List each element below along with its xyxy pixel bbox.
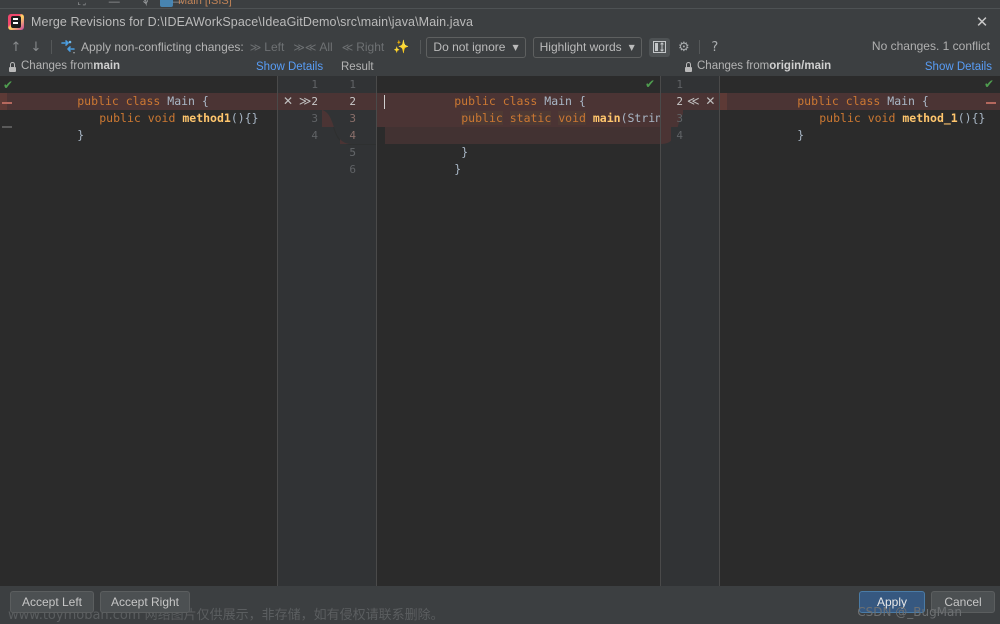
- close-icon[interactable]: ✕: [972, 13, 992, 31]
- right-conflict-resolve-controls[interactable]: ≪ ✕: [687, 93, 716, 110]
- chevron-right-icon: ≫: [249, 40, 262, 54]
- ignore-policy-select[interactable]: Do not ignore ▼: [426, 36, 526, 58]
- highlight-policy-select[interactable]: Highlight words ▼: [532, 36, 642, 58]
- next-difference-icon[interactable]: ↓: [26, 37, 46, 57]
- author-watermark: CSDN @_BugMan: [857, 605, 962, 619]
- right-code-line-3: }: [797, 128, 805, 142]
- chevron-both-icon: ≫≪: [293, 40, 317, 54]
- right-code-line-1: public class Main {: [797, 94, 929, 108]
- right-panel-caption: Changes from origin/main: [684, 60, 831, 72]
- previous-difference-icon[interactable]: ↑: [6, 37, 26, 57]
- merge-toolbar: ↑ ↓ Apply non-conflicting changes: ≫ Lef…: [0, 35, 1000, 59]
- result-ok-check-icon: ✔: [644, 77, 655, 91]
- result-right-gutter[interactable]: 1 2 3 4 ≪ ✕: [661, 76, 720, 594]
- result-code-line-2: public static void main(String[] args){: [461, 111, 661, 125]
- left-show-details-link[interactable]: Show Details: [256, 61, 323, 73]
- highlight-policy-value: Highlight words: [539, 40, 622, 54]
- chevron-left-icon: ≪: [341, 40, 354, 54]
- left-ok-check-icon: ✔: [3, 78, 14, 92]
- right-editor-pane[interactable]: public class Main { public void method_1…: [720, 76, 1000, 594]
- right-line-number-2: 2: [676, 95, 683, 108]
- left-change-dash-marker: [2, 102, 12, 104]
- background-run-config: Main [ISIS]: [178, 0, 232, 7]
- toolbar-separator-1: [51, 40, 52, 54]
- left-caption-prefix: Changes from: [21, 60, 94, 72]
- result-code-line-5: }: [454, 162, 462, 176]
- ignore-policy-value: Do not ignore: [433, 40, 506, 54]
- apply-all-label: All: [319, 40, 333, 54]
- magic-resolve-icon[interactable]: ✨: [393, 40, 409, 55]
- chevron-down-icon: ▼: [512, 42, 519, 52]
- dialog-footer: www.toymoban.com 网络图片仅供展示，非存储，如有侵权请联系删除。…: [0, 586, 1000, 624]
- right-code-line-2: public void method_1(){}: [819, 111, 986, 125]
- dialog-titlebar: Merge Revisions for D:\IDEAWorkSpace\Ide…: [0, 9, 1000, 35]
- apply-non-conflicting-label: Apply non-conflicting changes:: [81, 40, 244, 54]
- toolbar-separator-3: [698, 40, 700, 54]
- accept-right-button[interactable]: Accept Right: [100, 591, 190, 613]
- help-icon[interactable]: ?: [705, 38, 725, 57]
- result-code-line-4: }: [461, 145, 469, 159]
- left-result-gutter[interactable]: 1 2 3 4 ✕ ≫ 1 2 3 4 5 6 3 4: [278, 76, 377, 594]
- lock-icon: [684, 61, 693, 72]
- left-scroll-marker: [2, 126, 12, 128]
- result-line-number-3-overlay: 3: [349, 112, 356, 125]
- right-line-number-3: 3: [676, 112, 683, 125]
- apply-right-label: Right: [356, 40, 385, 54]
- dialog-title: Merge Revisions for D:\IDEAWorkSpace\Ide…: [31, 15, 474, 29]
- apply-left-label: Left: [264, 40, 285, 54]
- background-run-icon: [160, 0, 173, 7]
- result-code-line-1: public class Main {: [454, 94, 586, 108]
- result-line-number-4-overlay: 4: [349, 129, 356, 142]
- right-line-number-1: 1: [676, 78, 683, 91]
- left-code-line-3: }: [77, 128, 85, 142]
- left-code-line-2: public void method1(){}: [99, 111, 259, 125]
- apply-all-button[interactable]: ≫≪ All: [293, 40, 332, 54]
- toolbar-separator-2: [420, 40, 422, 54]
- left-panel-caption: Changes from main: [8, 60, 120, 72]
- apply-non-conflicting-icon[interactable]: [57, 37, 79, 57]
- result-panel-caption: Result: [341, 61, 374, 73]
- gear-icon[interactable]: ⚙: [674, 38, 694, 57]
- accept-left-button[interactable]: Accept Left: [10, 591, 94, 613]
- apply-left-button[interactable]: ≫ Left: [250, 40, 285, 54]
- result-line-number-5-overlay: 5: [349, 146, 356, 159]
- panel-captions-row: Changes from main Show Details Result Ch…: [0, 59, 1000, 76]
- conflict-status-text: No changes. 1 conflict: [871, 39, 990, 53]
- merge-editors-area: public class Main { public void method1(…: [0, 76, 1000, 594]
- right-caption-prefix: Changes from: [697, 60, 770, 72]
- lock-icon: [8, 61, 17, 72]
- right-change-dash-marker: [986, 102, 996, 104]
- left-editor-pane[interactable]: public class Main { public void method1(…: [0, 76, 278, 594]
- result-editor-pane[interactable]: public class Main { public static void m…: [377, 76, 661, 594]
- apply-right-button[interactable]: ≪ Right: [342, 40, 385, 54]
- merge-revisions-dialog: ⛶ — ⚘ — Main [ISIS] Merge Revisions for …: [0, 0, 1000, 624]
- conflict-connector-curve: [322, 110, 377, 144]
- left-branch-name: main: [93, 60, 121, 72]
- intellij-idea-logo-icon: [8, 14, 24, 30]
- collapse-unchanged-fragments-icon[interactable]: [648, 37, 670, 57]
- right-ok-check-icon: ✔: [983, 77, 994, 91]
- dialog-window: Merge Revisions for D:\IDEAWorkSpace\Ide…: [0, 8, 1000, 624]
- right-show-details-link[interactable]: Show Details: [925, 61, 992, 73]
- right-line-number-4: 4: [676, 129, 683, 142]
- chevron-down-icon: ▼: [628, 42, 635, 52]
- right-branch-name: origin/main: [769, 60, 832, 72]
- left-code-line-1: public class Main {: [77, 94, 209, 108]
